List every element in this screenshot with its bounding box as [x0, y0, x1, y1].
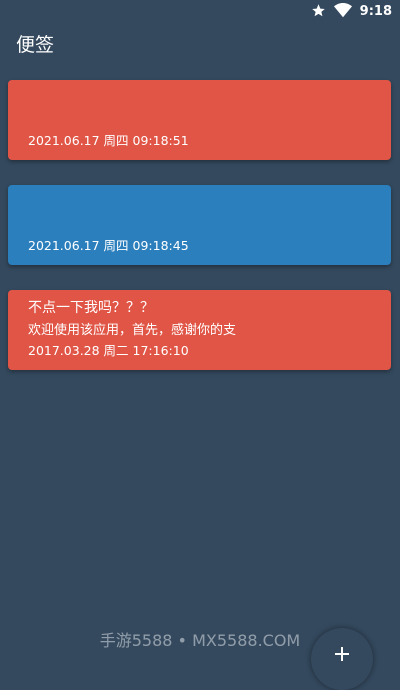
- status-icons: 9:18: [311, 2, 392, 22]
- note-title: 不点一下我吗？？？: [28, 300, 154, 316]
- app-bar: 便签: [0, 24, 400, 68]
- note-content: 欢迎使用该应用，首先，感谢你的支: [28, 323, 237, 338]
- plus-icon: [334, 646, 350, 666]
- wifi-icon: [333, 2, 352, 22]
- note-card-3[interactable]: 不点一下我吗？？？ 欢迎使用该应用，首先，感谢你的支 2017.03.28 周二…: [8, 290, 391, 370]
- add-note-button[interactable]: [311, 628, 373, 690]
- note-date: 2017.03.28 周二 17:16:10: [28, 343, 189, 358]
- note-card-1[interactable]: 2021.06.17 周四 09:18:51: [8, 80, 391, 160]
- note-date: 2021.06.17 周四 09:18:45: [28, 238, 189, 253]
- note-list: 2021.06.17 周四 09:18:51 2021.06.17 周四 09:…: [8, 80, 391, 395]
- note-card-2[interactable]: 2021.06.17 周四 09:18:45: [8, 185, 391, 265]
- status-bar: 9:18: [0, 0, 400, 24]
- note-date: 2021.06.17 周四 09:18:51: [28, 133, 189, 148]
- page-title: 便签: [16, 34, 55, 56]
- star-icon: [311, 3, 326, 22]
- status-time: 9:18: [359, 4, 392, 19]
